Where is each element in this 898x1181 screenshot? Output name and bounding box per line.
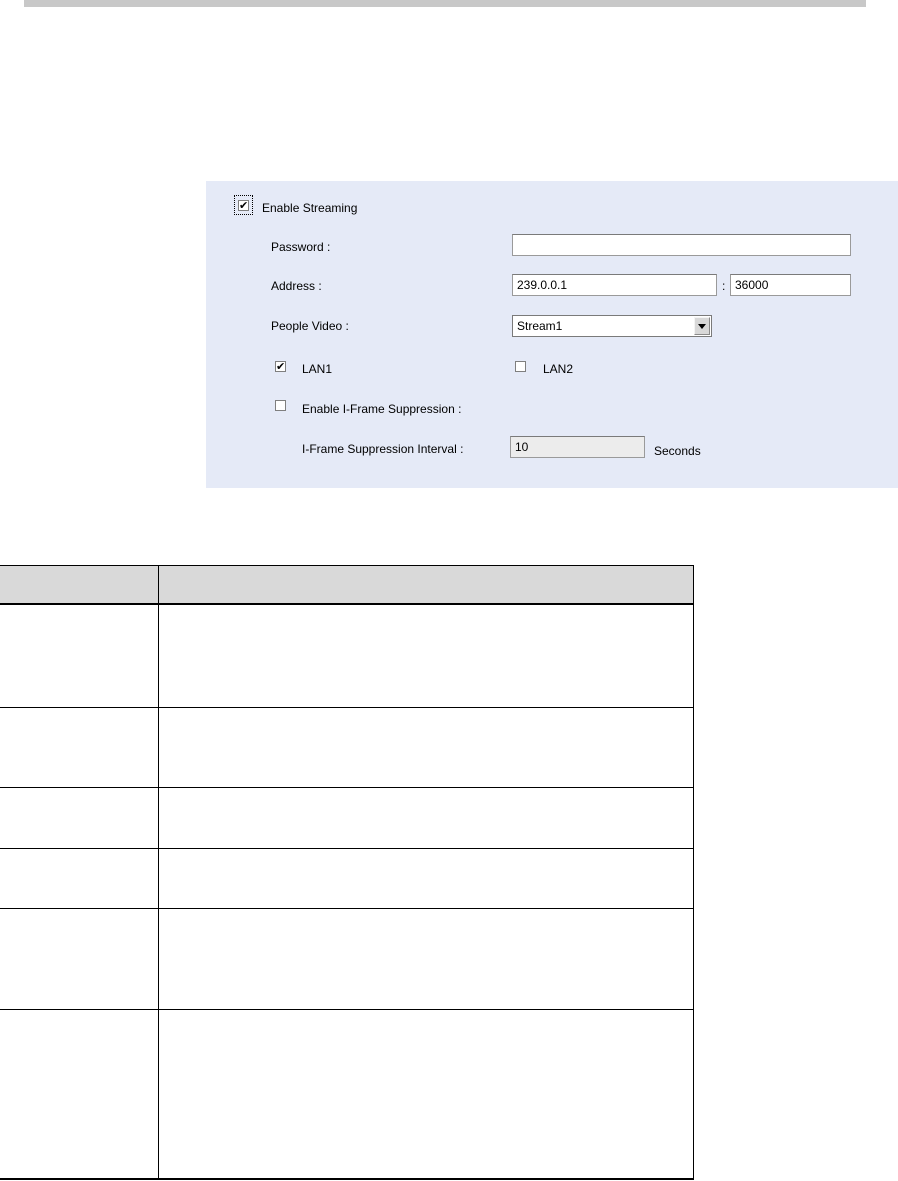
iframe-interval-unit: Seconds [654, 444, 701, 458]
iframe-suppression-checkbox[interactable] [275, 400, 286, 411]
description-table [0, 565, 694, 1180]
top-rule [24, 0, 866, 7]
lan1-checkbox[interactable]: ✔ [275, 361, 286, 373]
people-video-select[interactable]: Stream1 [512, 315, 712, 337]
row-divider [0, 1009, 694, 1010]
row-divider [0, 707, 694, 708]
address-label: Address : [271, 279, 322, 293]
chevron-down-icon [698, 324, 706, 329]
row-divider [0, 787, 694, 788]
lan2-label: LAN2 [543, 362, 574, 376]
enable-streaming-label: Enable Streaming [262, 201, 358, 215]
dropdown-button[interactable] [694, 317, 710, 335]
row-divider [0, 848, 694, 849]
page: ✔ Enable Streaming Password : Address : … [0, 0, 898, 1181]
streaming-settings-panel: ✔ Enable Streaming Password : Address : … [206, 181, 898, 488]
check-mark-icon: ✔ [276, 361, 286, 373]
password-input[interactable] [512, 234, 851, 256]
check-mark-icon: ✔ [239, 200, 249, 212]
address-ip-input[interactable]: 239.0.0.1 [512, 274, 717, 296]
table-header [0, 565, 694, 605]
enable-streaming-checkbox[interactable]: ✔ [238, 200, 249, 212]
column-divider [158, 565, 159, 1180]
lan2-checkbox[interactable] [515, 361, 526, 372]
iframe-interval-label: I-Frame Suppression Interval : [302, 442, 464, 456]
lan1-label: LAN1 [302, 362, 333, 376]
address-port-separator: : [722, 279, 726, 293]
password-label: Password : [271, 240, 331, 254]
table-bottom-border [0, 1178, 694, 1180]
people-video-label: People Video : [271, 319, 349, 333]
table-right-border [693, 565, 694, 1180]
address-port-input[interactable]: 36000 [730, 274, 851, 296]
people-video-selected-value: Stream1 [517, 319, 563, 333]
iframe-suppression-label: Enable I-Frame Suppression : [302, 402, 462, 416]
row-divider [0, 908, 694, 909]
iframe-interval-input[interactable]: 10 [510, 436, 645, 458]
